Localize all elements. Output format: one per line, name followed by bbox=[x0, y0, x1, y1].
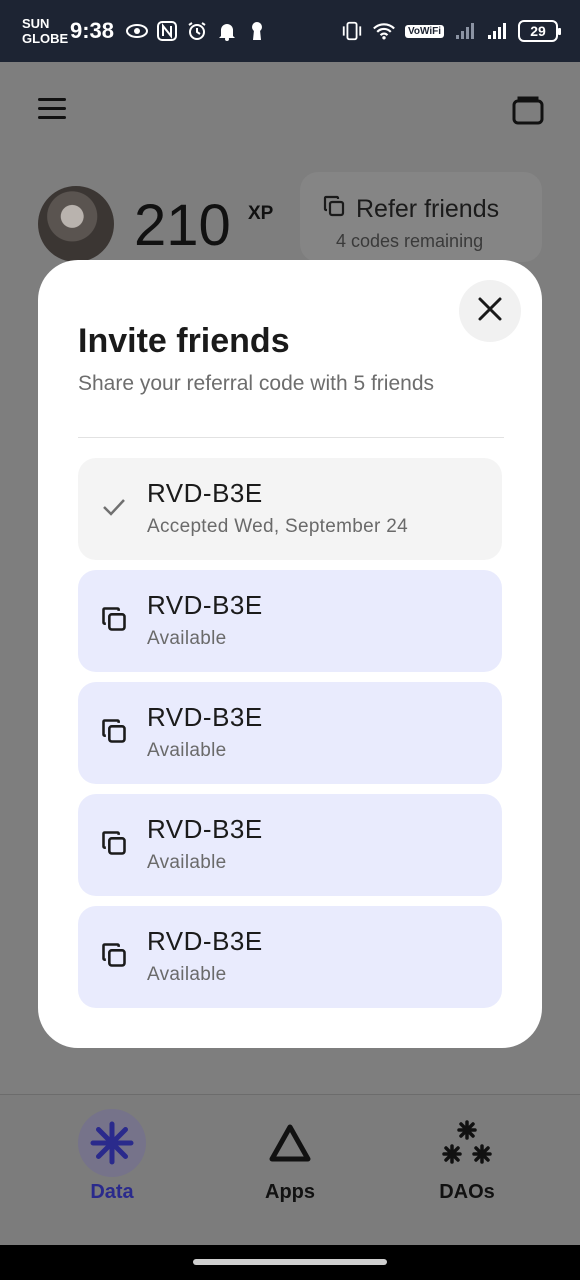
invite-friends-modal: Invite friends Share your referral code … bbox=[38, 260, 542, 1048]
signal-icon bbox=[486, 20, 508, 42]
referral-code-status: Available bbox=[147, 964, 227, 985]
codes-remaining: 4 codes remaining bbox=[336, 231, 484, 251]
referral-code-item: RVD-B3E Accepted Wed, September 24 bbox=[78, 458, 502, 560]
nav-item-daos[interactable]: DAOs bbox=[412, 1109, 522, 1204]
modal-title: Invite friends bbox=[78, 322, 290, 360]
bottom-nav: Data Apps DAOs bbox=[0, 1094, 580, 1245]
referral-code-item[interactable]: RVD-B3E Available bbox=[78, 682, 502, 784]
xp-value: 210 bbox=[134, 193, 231, 258]
nfc-icon bbox=[156, 20, 178, 42]
bell-icon bbox=[216, 20, 238, 42]
referral-code: RVD-B3E bbox=[147, 702, 263, 732]
nav-label-daos: DAOs bbox=[439, 1181, 495, 1203]
referral-code-status: Available bbox=[147, 852, 227, 873]
refer-friends-card[interactable]: Refer friends 4 codes remaining bbox=[300, 172, 542, 262]
referral-code: RVD-B3E bbox=[147, 926, 263, 956]
referral-code-item[interactable]: RVD-B3E Available bbox=[78, 906, 502, 1008]
carrier-line-2: GLOBE bbox=[22, 31, 69, 46]
alarm-icon bbox=[186, 20, 208, 42]
copy-icon[interactable] bbox=[100, 717, 128, 745]
avatar[interactable] bbox=[38, 186, 114, 262]
nav-label-apps: Apps bbox=[265, 1181, 315, 1203]
xp-unit: XP bbox=[248, 203, 274, 224]
stars-icon bbox=[433, 1109, 501, 1177]
check-icon bbox=[100, 493, 128, 521]
status-time: 9:38 bbox=[70, 18, 115, 43]
nav-item-data[interactable]: Data bbox=[57, 1109, 167, 1204]
status-bar: SUN GLOBE 9:38 VoWiFi 29 bbox=[0, 0, 580, 62]
referral-code-list: RVD-B3E Accepted Wed, September 24 RVD-B… bbox=[78, 458, 502, 1018]
referral-code: RVD-B3E bbox=[147, 478, 263, 508]
wifi-icon bbox=[373, 20, 395, 42]
refer-friends-title: Refer friends bbox=[356, 195, 500, 223]
triangle-icon bbox=[256, 1109, 324, 1177]
copy-icon bbox=[322, 194, 346, 225]
copy-icon[interactable] bbox=[100, 605, 128, 633]
modal-subtitle: Share your referral code with 5 friends bbox=[78, 372, 435, 395]
eye-icon bbox=[126, 20, 149, 42]
referral-code-status: Available bbox=[147, 740, 227, 761]
divider bbox=[78, 437, 504, 438]
keyhole-icon bbox=[246, 20, 268, 42]
copy-icon[interactable] bbox=[100, 829, 128, 857]
nav-item-apps[interactable]: Apps bbox=[235, 1109, 345, 1204]
referral-code-status: Available bbox=[147, 628, 227, 649]
signal-icon bbox=[454, 20, 476, 42]
gesture-bar bbox=[0, 1245, 580, 1280]
hamburger-menu-icon[interactable] bbox=[38, 98, 66, 122]
close-icon bbox=[477, 296, 503, 327]
carrier-line-1: SUN bbox=[22, 16, 50, 31]
wallet-icon[interactable] bbox=[512, 94, 544, 126]
carrier-name: SUN GLOBE bbox=[22, 16, 70, 46]
home-gesture-handle[interactable] bbox=[193, 1259, 387, 1265]
referral-code: RVD-B3E bbox=[147, 590, 263, 620]
battery-icon: 29 bbox=[518, 20, 561, 42]
referral-code-item[interactable]: RVD-B3E Available bbox=[78, 794, 502, 896]
nav-label-data: Data bbox=[90, 1181, 134, 1203]
referral-code-item[interactable]: RVD-B3E Available bbox=[78, 570, 502, 672]
close-button[interactable] bbox=[459, 280, 521, 342]
asterisk-icon bbox=[78, 1109, 146, 1177]
copy-icon[interactable] bbox=[100, 941, 128, 969]
vibrate-icon bbox=[341, 20, 363, 42]
referral-code: RVD-B3E bbox=[147, 814, 263, 844]
referral-code-status: Accepted Wed, September 24 bbox=[147, 516, 408, 537]
vowifi-badge: VoWiFi bbox=[404, 24, 444, 38]
